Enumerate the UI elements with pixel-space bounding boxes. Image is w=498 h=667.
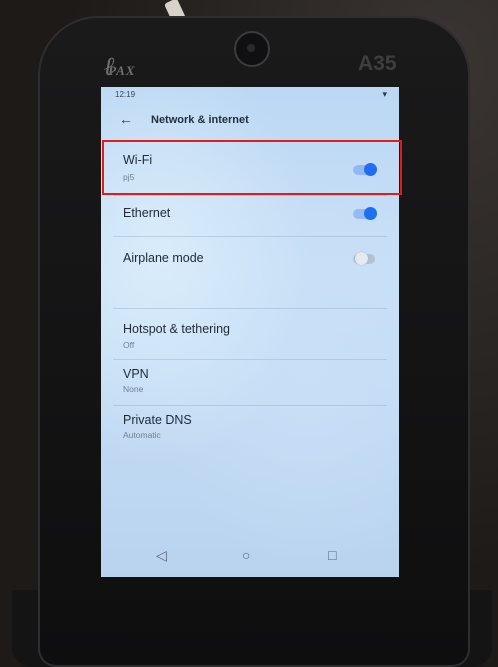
nav-back-icon[interactable]: ◁ — [156, 547, 167, 564]
app-bar: ← Network & internet — [101, 107, 399, 133]
brand-logo: ℓPAX — [104, 52, 136, 81]
settings-item-subtitle: Automatic — [123, 430, 161, 440]
model-label: A35 — [358, 52, 397, 75]
toggle-knob — [364, 207, 377, 220]
status-bar: 12:19 ▾ — [101, 87, 399, 101]
settings-item-ethernet[interactable]: Ethernet — [101, 197, 399, 235]
nav-home-icon[interactable]: ○ — [242, 547, 250, 563]
settings-item-subtitle: None — [123, 384, 144, 394]
arrow-left-icon[interactable]: ← — [119, 111, 133, 127]
divider — [113, 359, 387, 360]
nav-recents-icon[interactable]: □ — [328, 547, 336, 563]
navigation-bar: ◁ ○ □ — [101, 537, 399, 577]
divider — [113, 405, 387, 406]
divider — [113, 308, 387, 309]
toggle-knob — [355, 252, 368, 265]
airplane-mode-toggle[interactable] — [353, 252, 375, 265]
settings-item-airplane-mode[interactable]: Airplane mode — [101, 238, 399, 278]
divider — [113, 236, 387, 237]
wifi-highlight-box — [102, 140, 402, 195]
page-title: Network & internet — [151, 114, 249, 126]
settings-item-private-dns[interactable]: Private DNS Automatic — [101, 407, 399, 451]
camera-lens — [234, 31, 270, 67]
settings-item-title: Ethernet — [123, 206, 171, 220]
ethernet-toggle[interactable] — [353, 207, 377, 220]
settings-item-title: Airplane mode — [123, 251, 204, 265]
settings-item-title: Private DNS — [123, 413, 192, 427]
settings-item-title: Hotspot & tethering — [123, 322, 231, 336]
settings-item-hotspot[interactable]: Hotspot & tethering Off — [101, 311, 399, 357]
settings-item-vpn[interactable]: VPN None — [101, 361, 399, 405]
status-time: 12:19 — [115, 90, 136, 99]
wifi-signal-icon: ▾ — [382, 89, 387, 99]
settings-item-subtitle: Off — [123, 340, 135, 350]
divider — [113, 195, 387, 196]
settings-item-title: VPN — [123, 367, 149, 381]
